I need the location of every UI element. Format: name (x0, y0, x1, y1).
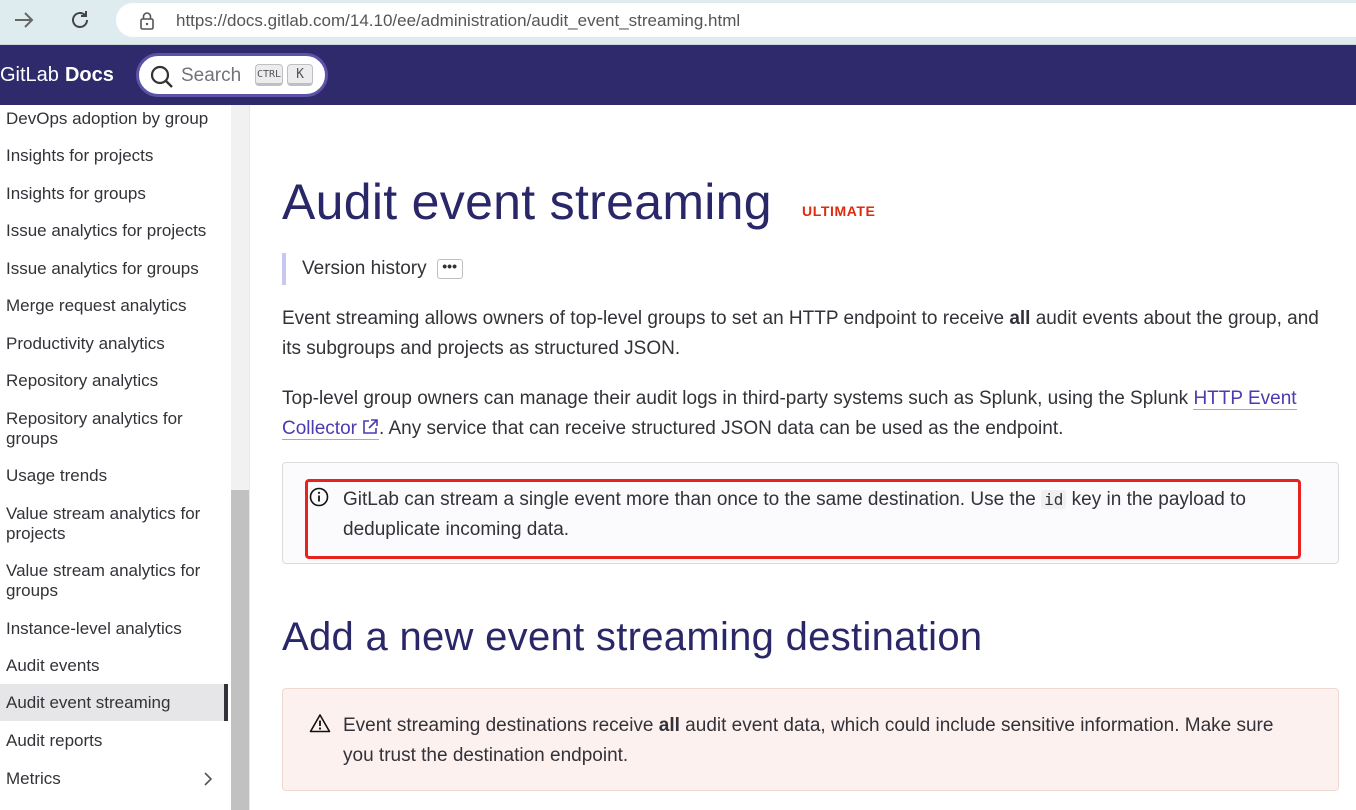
browser-toolbar: https://docs.gitlab.com/14.10/ee/adminis… (0, 0, 1356, 45)
sidebar-nav: DevOps adoption by group Insights for pr… (0, 105, 250, 810)
warning-alert-text: Event streaming destinations receive all… (343, 711, 1303, 771)
forward-button[interactable] (6, 6, 42, 34)
sidebar-item-audit-event-streaming[interactable]: Audit event streaming (0, 684, 228, 721)
warning-icon (309, 714, 331, 733)
docs-header: GitLab Docs Search CTRL K (0, 45, 1356, 105)
arrow-right-icon (15, 12, 34, 28)
sidebar-item-metrics[interactable]: Metrics (0, 769, 228, 789)
lock-icon (140, 12, 154, 30)
sidebar-item-issue-analytics-for-groups[interactable]: Issue analytics for groups (0, 259, 228, 279)
info-icon (309, 487, 329, 507)
sidebar-item-instance-level-analytics[interactable]: Instance-level analytics (0, 619, 228, 639)
url-text: https://docs.gitlab.com/14.10/ee/adminis… (176, 11, 741, 30)
chevron-right-icon[interactable] (202, 771, 214, 787)
section-heading-add-destination: Add a new event streaming destination (282, 615, 983, 659)
version-history-toggle-button[interactable]: ••• (436, 258, 463, 279)
external-link-icon (363, 419, 378, 434)
info-alert-text: GitLab can stream a single event more th… (343, 485, 1303, 545)
warn-text-a: Event streaming destinations receive (343, 715, 659, 736)
logo-bold-text: Docs (64, 64, 114, 86)
sidebar-item-productivity-analytics[interactable]: Productivity analytics (0, 334, 228, 354)
warn-bold: all (658, 715, 680, 736)
version-history-label: Version history (302, 258, 427, 279)
info-alert: GitLab can stream a single event more th… (282, 462, 1339, 564)
splunk-paragraph: Top-level group owners can manage their … (282, 384, 1340, 444)
sidebar-scrollbar-thumb[interactable] (231, 490, 249, 810)
info-text-a: GitLab can stream a single event more th… (343, 489, 1042, 510)
sidebar-item-value-stream-analytics-for-groups[interactable]: Value stream analytics for groups (0, 561, 210, 601)
tier-badge[interactable]: ULTIMATE (802, 203, 876, 219)
reload-icon (72, 11, 88, 28)
page-title: Audit event streaming (282, 174, 772, 230)
sidebar-item-label: Metrics (6, 769, 61, 788)
sidebar-item-value-stream-analytics-for-projects[interactable]: Value stream analytics for projects (0, 504, 210, 544)
ctrl-key-hint: CTRL (255, 64, 283, 86)
para2-text-a: Top-level group owners can manage their … (282, 388, 1194, 409)
sidebar-item-merge-request-analytics[interactable]: Merge request analytics (0, 296, 228, 316)
warning-alert: Event streaming destinations receive all… (282, 688, 1339, 791)
inline-code-id: id (1041, 490, 1067, 509)
sidebar-item-insights-for-groups[interactable]: Insights for groups (0, 184, 228, 204)
sidebar-item-repository-analytics-for-groups[interactable]: Repository analytics for groups (0, 409, 200, 449)
search-icon (150, 65, 173, 88)
sidebar-item-usage-trends[interactable]: Usage trends (0, 466, 228, 486)
reload-button[interactable] (62, 6, 98, 34)
sidebar-item-issue-analytics-for-projects[interactable]: Issue analytics for projects (0, 221, 228, 241)
search-input[interactable]: Search CTRL K (136, 53, 328, 97)
sidebar-item-audit-events[interactable]: Audit events (0, 656, 228, 676)
search-placeholder: Search (181, 65, 242, 86)
gitlab-docs-logo[interactable]: GitLab Docs (0, 64, 114, 87)
para2-text-b: . Any service that can receive structure… (378, 418, 1064, 439)
sidebar-item-repository-analytics[interactable]: Repository analytics (0, 371, 228, 391)
sidebar-item-devops-adoption-by-group[interactable]: DevOps adoption by group (0, 109, 228, 129)
sidebar-item-insights-for-projects[interactable]: Insights for projects (0, 146, 228, 166)
k-key-hint: K (287, 64, 313, 86)
sidebar-item-audit-reports[interactable]: Audit reports (0, 731, 228, 751)
para1-bold: all (1009, 308, 1031, 329)
logo-text: GitLab (0, 64, 59, 86)
para1-text-a: Event streaming allows owners of top-lev… (282, 308, 1010, 329)
address-bar[interactable]: https://docs.gitlab.com/14.10/ee/adminis… (116, 3, 1356, 37)
intro-paragraph: Event streaming allows owners of top-lev… (282, 304, 1340, 364)
version-history: Version history ••• (282, 253, 463, 285)
